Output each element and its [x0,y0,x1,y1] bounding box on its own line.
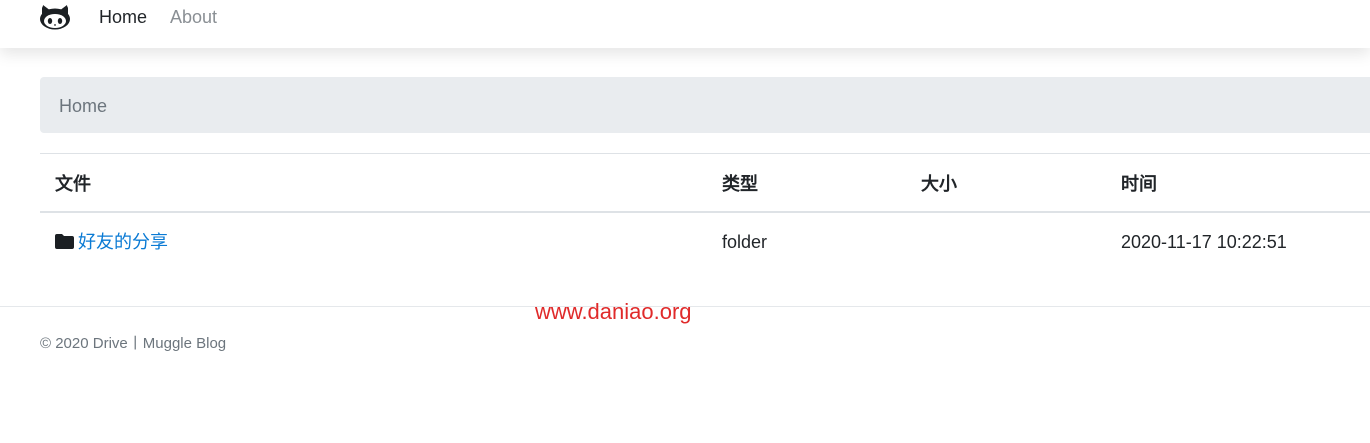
column-header-file: 文件 [55,174,91,194]
nav-about-link[interactable]: About [170,6,217,28]
column-header-size: 大小 [921,174,957,194]
file-table: 文件 类型 大小 时间 好友的分享 folder 2020-11-17 10:2… [40,153,1370,271]
file-name: 好友的分享 [78,232,168,252]
folder-icon [55,234,74,249]
file-time: 2020-11-17 10:22:51 [1121,232,1287,252]
navbar: Home About [0,0,1370,48]
breadcrumb: Home [40,77,1370,133]
file-type: folder [722,232,768,252]
github-octocat-icon[interactable] [39,2,71,30]
watermark: www.daniao.org [535,299,692,324]
table-row: 好友的分享 folder 2020-11-17 10:22:51 [40,213,1370,271]
nav-home-link[interactable]: Home [99,6,147,28]
breadcrumb-item-home[interactable]: Home [59,95,107,117]
column-header-type: 类型 [722,174,758,194]
column-header-time: 时间 [1121,174,1157,194]
table-header: 文件 类型 大小 时间 [40,153,1370,213]
file-link-folder[interactable]: 好友的分享 [55,231,168,253]
footer-copyright: © 2020 Drive丨Muggle Blog [40,335,227,352]
